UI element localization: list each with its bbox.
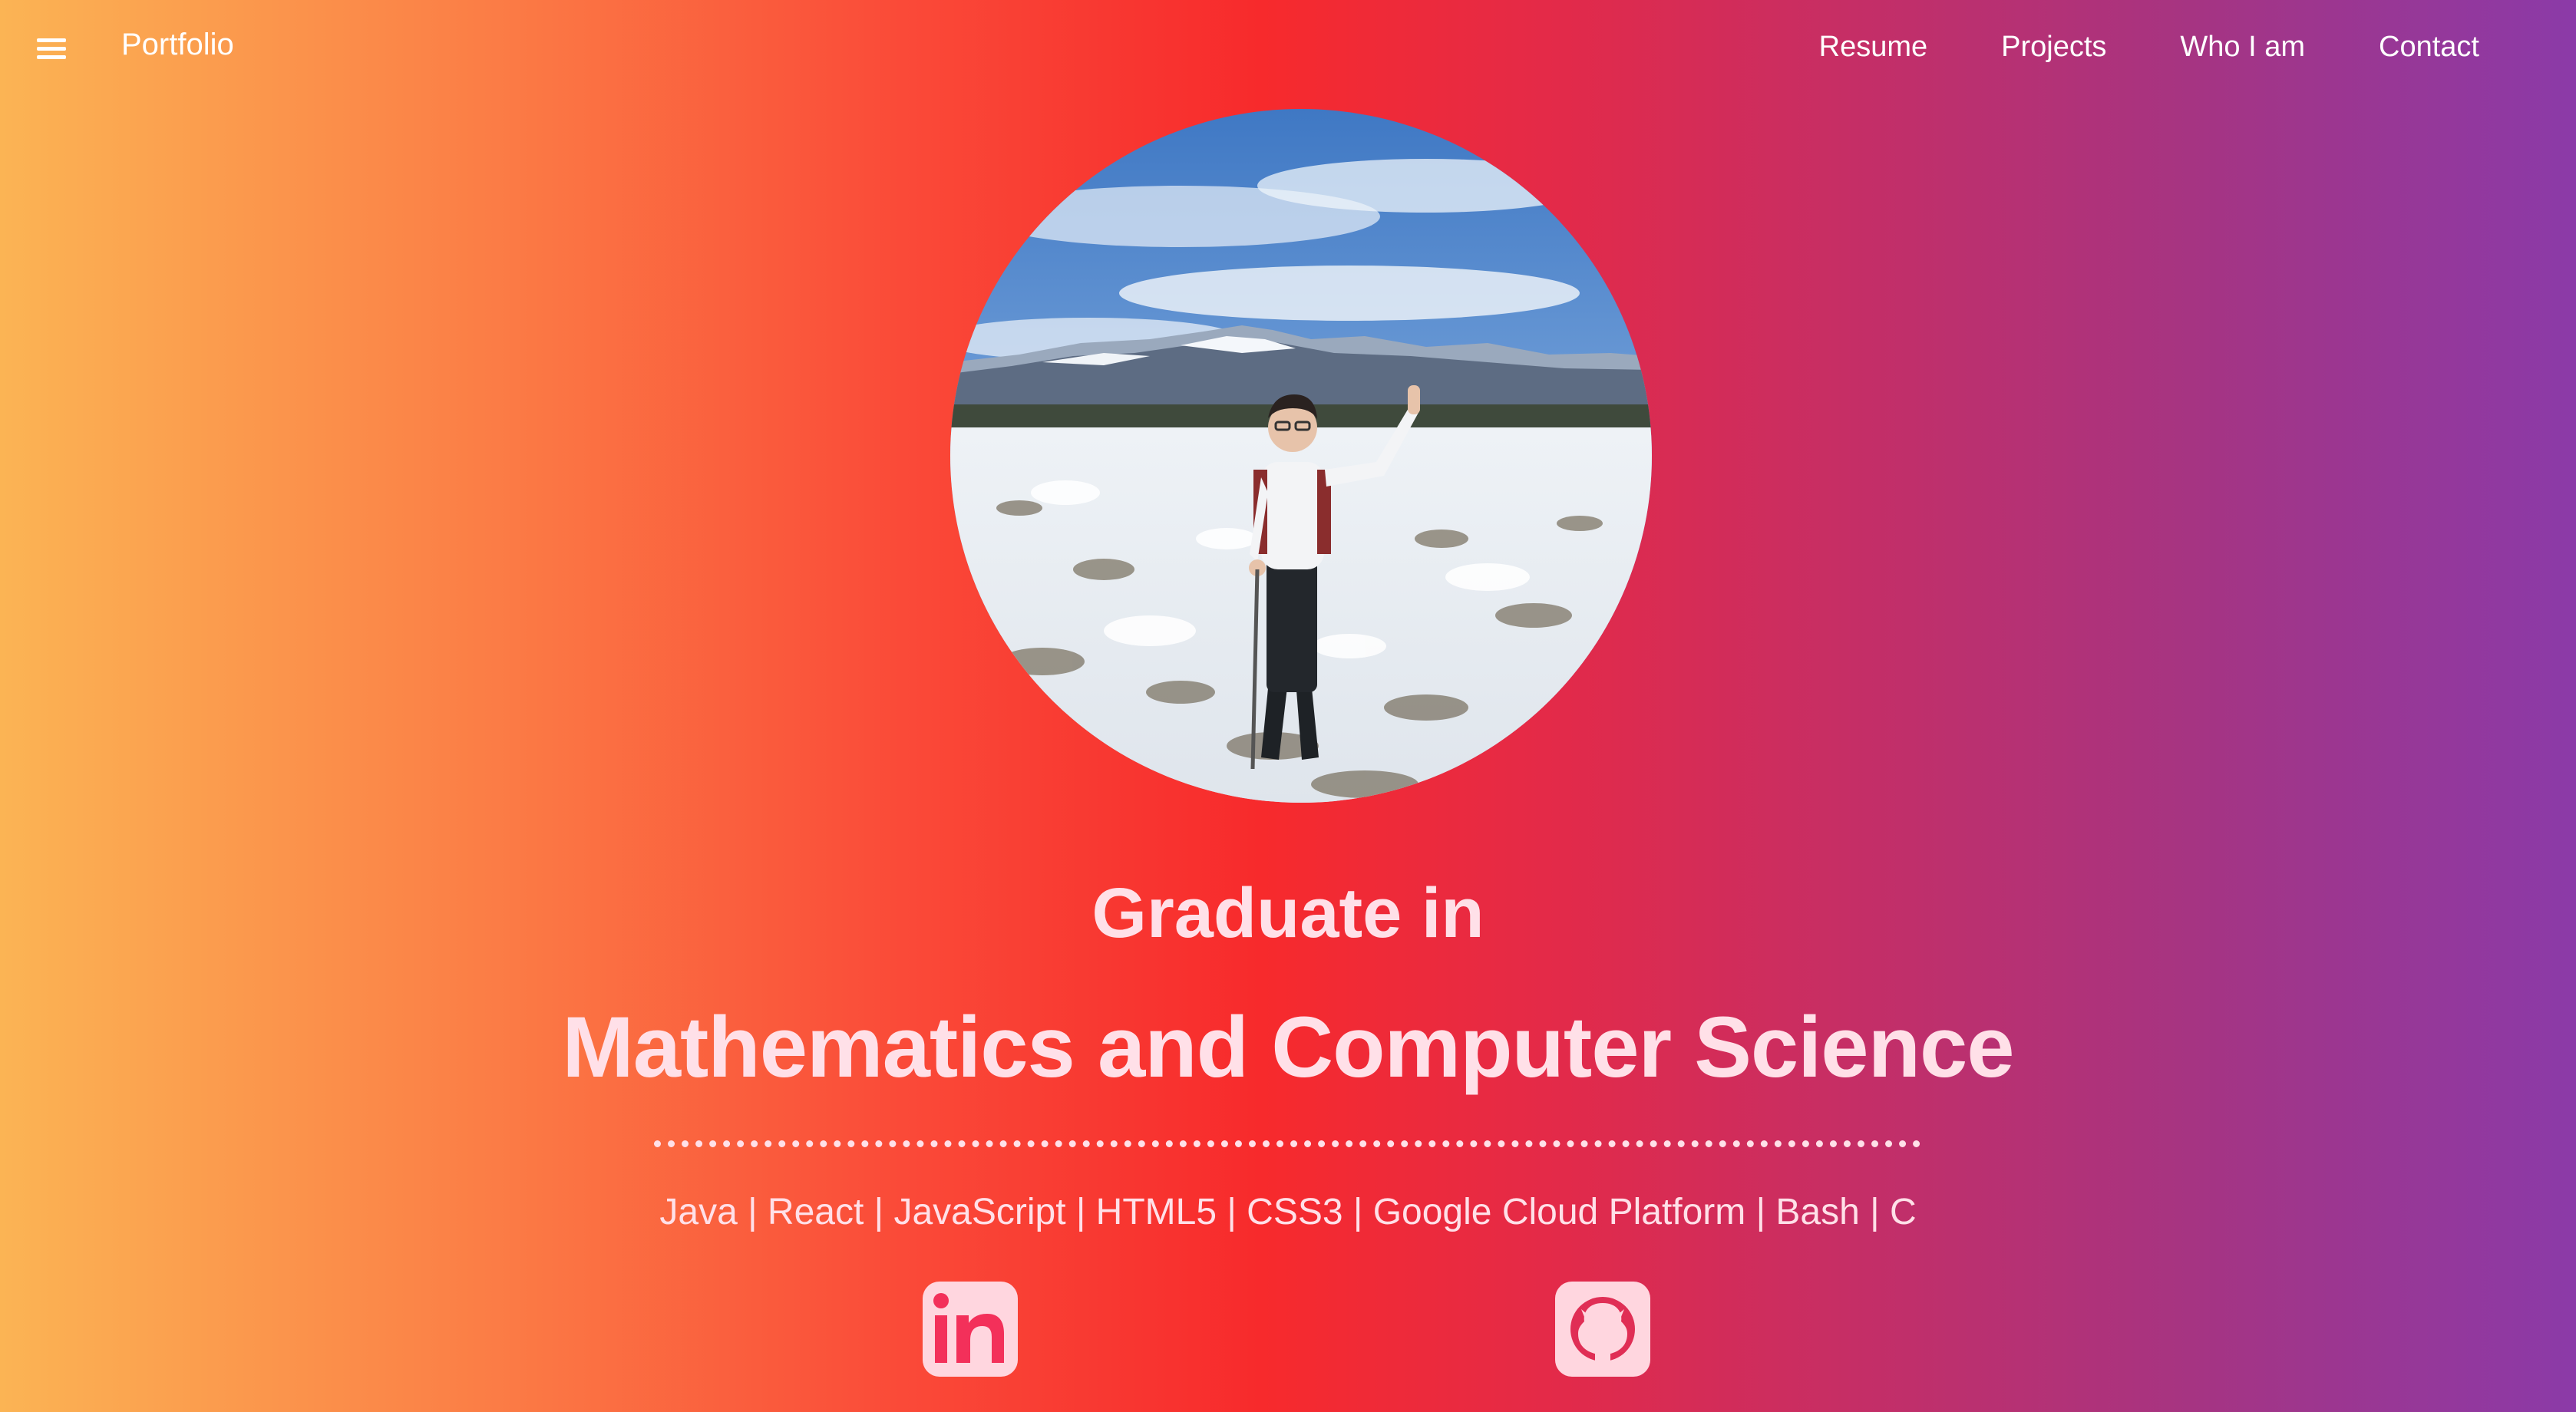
- profile-photo: [950, 109, 1652, 803]
- nav-links: Resume Projects Who I am Contact: [1819, 31, 2479, 64]
- github-icon[interactable]: [1555, 1282, 1650, 1377]
- nav-link-resume[interactable]: Resume: [1819, 31, 1928, 64]
- skills-list: Java | React | JavaScript | HTML5 | CSS3…: [659, 1192, 1917, 1232]
- brand-link[interactable]: Portfolio: [121, 28, 234, 62]
- hamburger-menu-icon[interactable]: [37, 37, 71, 63]
- hero-title-line1: Graduate in: [1091, 874, 1485, 952]
- nav-link-who-i-am[interactable]: Who I am: [2180, 31, 2305, 64]
- hero-title-line2: Mathematics and Computer Science: [562, 999, 2014, 1095]
- github-icon-glyph: [1570, 1297, 1635, 1361]
- navbar: Portfolio Resume Projects Who I am Conta…: [0, 0, 2576, 100]
- dotted-divider: [654, 1140, 1920, 1147]
- linkedin-icon[interactable]: [923, 1282, 1018, 1377]
- nav-link-projects[interactable]: Projects: [2001, 31, 2106, 64]
- linkedin-icon-glyph: [933, 1293, 1004, 1363]
- profile-photo-illustration: [950, 109, 1652, 803]
- nav-link-contact[interactable]: Contact: [2379, 31, 2479, 64]
